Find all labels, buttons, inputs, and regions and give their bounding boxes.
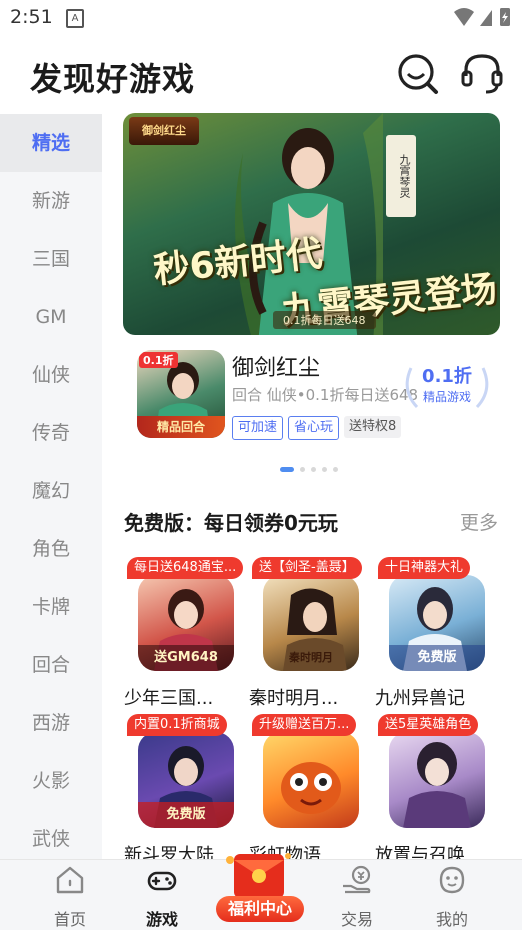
sidebar-item-xianxia[interactable]: 仙侠 xyxy=(0,346,102,404)
carousel-dot[interactable] xyxy=(311,467,316,472)
carousel-dot[interactable] xyxy=(300,467,305,472)
game-tile[interactable]: 每日送648通宝... 送GM648 少年三国... xyxy=(124,557,244,709)
featured-icon-footer: 精品回合 xyxy=(137,416,225,438)
category-sidebar: 精选 新游 三国 GM 仙侠 传奇 魔幻 角色 卡牌 回合 西游 火影 武侠 xyxy=(0,114,102,859)
game-icon[interactable] xyxy=(389,732,485,828)
sidebar-item-legend[interactable]: 传奇 xyxy=(0,404,102,462)
system-status-icons xyxy=(454,8,510,26)
tag-accelerate: 可加速 xyxy=(232,416,284,440)
tab-trade-label: 交易 xyxy=(340,910,373,929)
sidebar-item-naruto[interactable]: 火影 xyxy=(0,752,102,810)
discount-value: 0.1折 xyxy=(422,366,472,387)
game-icon-overlay: 秦时明月 xyxy=(289,651,333,664)
sidebar-item-turn-based[interactable]: 回合 xyxy=(0,636,102,694)
tab-trade[interactable]: 交易 xyxy=(317,860,397,930)
game-tile[interactable]: 送5星英雄角色 放置与召唤 xyxy=(375,714,495,866)
featured-game-card[interactable]: 0.1折 精品回合 御剑红尘 回合 仙侠•0.1折每日送648 可加速 省心玩 … xyxy=(137,350,500,442)
carousel-dot[interactable] xyxy=(333,467,338,472)
game-promo-badge: 内置0.1折商城 xyxy=(127,714,227,736)
page-title: 发现好游戏 xyxy=(30,60,196,98)
game-name: 九州异兽记 xyxy=(375,688,465,709)
customer-service-icon[interactable] xyxy=(460,52,504,96)
tab-mine[interactable]: 我的 xyxy=(412,860,492,930)
status-time: 2:51 xyxy=(10,6,53,28)
home-icon xyxy=(56,866,84,894)
status-bar: 2:51 A xyxy=(0,0,522,36)
sidebar-item-featured[interactable]: 精选 xyxy=(0,114,102,172)
tag-easy-play: 省心玩 xyxy=(288,416,340,440)
trade-icon xyxy=(343,865,371,894)
sidebar-item-three-kingdoms[interactable]: 三国 xyxy=(0,230,102,288)
tab-games-label: 游戏 xyxy=(145,910,178,929)
game-icon-overlay: 免费版 xyxy=(389,645,485,671)
carousel-dot[interactable] xyxy=(322,467,327,472)
game-name: 少年三国... xyxy=(124,688,214,709)
section-title: 免费版：每日领券0元玩 xyxy=(124,511,338,535)
game-tile[interactable]: 升级赠送百万... 彩虹物语 xyxy=(249,714,369,866)
game-name: 秦时明月... xyxy=(249,688,339,709)
sidebar-item-journey-west[interactable]: 西游 xyxy=(0,694,102,752)
game-icon-overlay: 送GM648 xyxy=(138,645,234,671)
red-envelope-icon xyxy=(226,853,291,898)
profile-icon xyxy=(439,866,465,894)
tab-home-label: 首页 xyxy=(53,910,86,929)
search-icon[interactable] xyxy=(396,52,440,96)
game-icon[interactable]: 送GM648 xyxy=(138,575,234,671)
game-promo-badge: 十日神器大礼 xyxy=(378,557,471,579)
featured-game-desc: 回合 仙侠•0.1折每日送648 xyxy=(232,386,419,404)
discount-label: 精品游戏 xyxy=(422,390,471,404)
banner-game-logo: 御剑红尘 xyxy=(129,117,199,145)
tab-games[interactable]: 游戏 xyxy=(122,860,202,930)
sidebar-item-card[interactable]: 卡牌 xyxy=(0,578,102,636)
game-icon[interactable]: 秦时明月 xyxy=(263,575,359,671)
sidebar-item-gm[interactable]: GM xyxy=(0,288,102,346)
carousel-dot[interactable] xyxy=(280,467,294,472)
sidebar-item-rpg[interactable]: 角色 xyxy=(0,520,102,578)
welfare-center-label: 福利中心 xyxy=(216,896,304,922)
game-tile[interactable]: 内置0.1折商城 免费版 新斗罗大陆 xyxy=(124,714,244,866)
featured-game-icon[interactable]: 0.1折 精品回合 xyxy=(137,350,225,438)
promo-banner[interactable]: 御剑红尘 九霄琴灵 秒6新时代 九霄琴灵登场 0.1折每日送648 xyxy=(123,113,500,335)
game-promo-badge: 送5星英雄角色 xyxy=(378,714,479,736)
gamepad-icon xyxy=(147,871,177,891)
sidebar-item-fantasy[interactable]: 魔幻 xyxy=(0,462,102,520)
game-promo-badge: 升级赠送百万... xyxy=(252,714,357,736)
game-tile[interactable]: 十日神器大礼 免费版 九州异兽记 xyxy=(375,557,495,709)
game-icon[interactable]: 免费版 xyxy=(138,732,234,828)
tab-home[interactable]: 首页 xyxy=(30,860,110,930)
tag-vip-privilege: 送特权8 xyxy=(344,416,402,438)
game-promo-badge: 每日送648通宝... xyxy=(127,557,244,579)
tab-mine-label: 我的 xyxy=(435,910,468,929)
game-icon-overlay: 免费版 xyxy=(138,802,234,828)
game-icon-overlay xyxy=(263,802,359,828)
game-icon-overlay xyxy=(389,802,485,828)
banner-scroll-text: 九霄琴灵 xyxy=(386,135,416,217)
notification-icon: A xyxy=(66,9,84,28)
carousel-indicator xyxy=(280,467,338,472)
game-icon[interactable] xyxy=(263,732,359,828)
banner-subline: 0.1折每日送648 xyxy=(273,311,376,329)
game-tile[interactable]: 送【剑圣-盖聂】 秦时明月 秦时明月... xyxy=(249,557,369,709)
welfare-center-button[interactable]: 福利中心 xyxy=(214,846,306,926)
sidebar-item-new[interactable]: 新游 xyxy=(0,172,102,230)
featured-game-tags: 可加速 省心玩 送特权8 xyxy=(232,416,402,440)
game-promo-badge: 送【剑圣-盖聂】 xyxy=(252,557,362,579)
discount-badge: 0.1折 精品游戏 xyxy=(397,362,497,412)
game-icon[interactable]: 免费版 xyxy=(389,575,485,671)
more-link[interactable]: 更多 xyxy=(460,508,498,535)
featured-icon-tag: 0.1折 xyxy=(139,352,178,368)
featured-game-name: 御剑红尘 xyxy=(232,356,321,381)
